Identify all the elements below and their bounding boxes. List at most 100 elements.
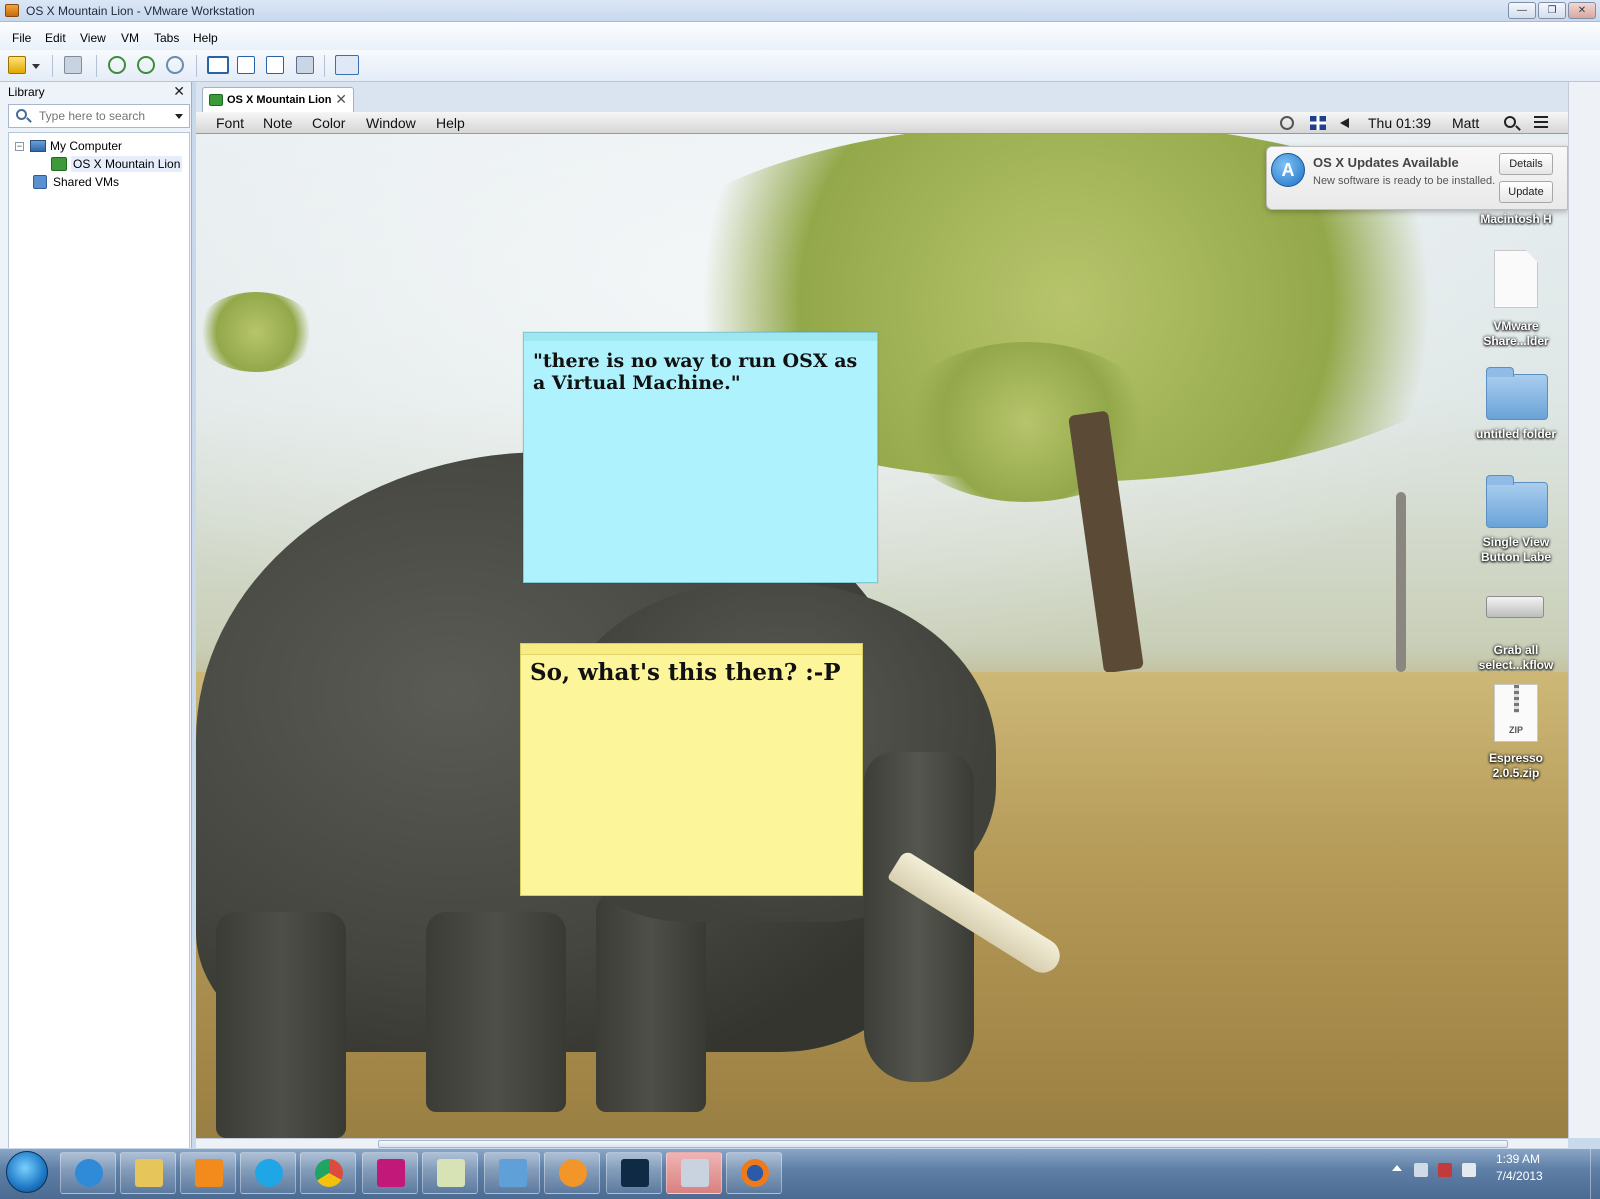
tree-item-os-x-mountain-lion[interactable]: OS X Mountain Lion — [51, 155, 183, 173]
osx-clock[interactable]: Thu 01:39 — [1368, 115, 1431, 131]
taskbar-explorer[interactable] — [120, 1152, 176, 1194]
menu-file[interactable]: File — [12, 31, 31, 45]
tree-item-shared-vms[interactable]: Shared VMs — [33, 173, 119, 191]
history-icon[interactable] — [1280, 116, 1294, 130]
computer-icon — [30, 140, 46, 152]
taskbar-vlc[interactable] — [180, 1152, 236, 1194]
tab-os-x-mountain-lion[interactable]: OS X Mountain Lion ✕ — [202, 87, 354, 112]
osx-menu-help[interactable]: Help — [436, 115, 465, 131]
network-icon[interactable] — [1438, 1163, 1452, 1177]
shared-folder-icon[interactable] — [1494, 250, 1538, 308]
window-title: OS X Mountain Lion - VMware Workstation — [26, 4, 255, 18]
osx-menu-font[interactable]: Font — [216, 115, 244, 131]
menu-view[interactable]: View — [80, 31, 106, 45]
desktop-icon-label[interactable]: Macintosh H — [1468, 212, 1564, 227]
spotlight-icon[interactable] — [1504, 116, 1516, 128]
desktop-icon-label[interactable]: Single View Button Labe — [1468, 535, 1564, 565]
taskbar-app[interactable] — [362, 1152, 418, 1194]
sticky-note-blue[interactable]: "there is no way to run OSX as a Virtual… — [523, 332, 878, 583]
sticky-note-text[interactable]: "there is no way to run OSX as a Virtual… — [533, 350, 868, 394]
window-titlebar: OS X Mountain Lion - VMware Workstation … — [0, 0, 1600, 22]
toolbar-divider — [324, 55, 325, 77]
show-desktop-button[interactable] — [1590, 1149, 1600, 1199]
vmware-icon — [681, 1159, 709, 1187]
wallpaper-tree-canopy — [196, 292, 316, 372]
tree-item-label: My Computer — [50, 139, 123, 153]
taskbar-chrome[interactable] — [300, 1152, 356, 1194]
tray-expand-icon[interactable] — [1392, 1165, 1402, 1171]
power-dropdown-icon[interactable] — [30, 56, 40, 74]
notification-center-icon[interactable] — [1534, 116, 1548, 129]
tray-date[interactable]: 7/4/2013 — [1496, 1169, 1543, 1183]
maximize-button[interactable]: ❐ — [1538, 2, 1566, 19]
tab-close-button[interactable]: ✕ — [335, 91, 347, 108]
menu-tabs[interactable]: Tabs — [154, 31, 179, 45]
speaker-icon[interactable] — [1340, 118, 1349, 128]
vmware-icon — [5, 4, 19, 17]
library-close-button[interactable]: ✕ — [173, 83, 185, 100]
show-library-icon[interactable] — [207, 56, 229, 74]
sticky-note-titlebar[interactable] — [521, 644, 862, 655]
volume-icon[interactable] — [1414, 1163, 1428, 1177]
osx-menu-note[interactable]: Note — [263, 115, 293, 131]
taskbar-firefox[interactable] — [726, 1152, 782, 1194]
sticky-note-titlebar[interactable] — [524, 333, 877, 341]
desktop-icon-label[interactable]: Grab all select...kflow — [1468, 643, 1564, 673]
menu-vm[interactable]: VM — [121, 31, 139, 45]
send-keys-icon[interactable] — [64, 56, 82, 74]
wallpaper-elephant-leg — [596, 892, 706, 1112]
taskbar-vmware[interactable] — [666, 1152, 722, 1194]
folder-icon[interactable] — [1486, 367, 1548, 420]
wallpaper-elephant-leg — [426, 912, 566, 1112]
flag-icon[interactable] — [1462, 1163, 1476, 1177]
taskbar-window[interactable] — [484, 1152, 540, 1194]
osx-menu-window[interactable]: Window — [366, 115, 416, 131]
scrollbar-thumb[interactable] — [378, 1140, 1508, 1148]
sticky-note-yellow[interactable]: So, what's this then? :-P — [520, 643, 863, 896]
library-search-input[interactable] — [39, 108, 169, 124]
search-dropdown-icon[interactable] — [175, 114, 183, 119]
taskbar-photoshop[interactable] — [606, 1152, 662, 1194]
osx-menu-color[interactable]: Color — [312, 115, 345, 131]
take-snapshot-icon[interactable] — [108, 56, 126, 74]
thumbnail-bar-icon[interactable] — [237, 56, 255, 74]
update-button[interactable]: Update — [1499, 181, 1553, 203]
flag-icon[interactable] — [1310, 116, 1326, 130]
unity-icon[interactable] — [296, 56, 314, 74]
taskbar-skype[interactable] — [240, 1152, 296, 1194]
library-search[interactable] — [8, 104, 190, 128]
firefox-icon — [741, 1159, 769, 1187]
full-screen-icon[interactable] — [266, 56, 284, 74]
tree-item-my-computer[interactable]: − My Computer — [15, 137, 122, 155]
toolbar-divider — [96, 55, 97, 77]
menu-edit[interactable]: Edit — [45, 31, 66, 45]
taskbar-ie[interactable] — [60, 1152, 116, 1194]
details-button[interactable]: Details — [1499, 153, 1553, 175]
menu-help[interactable]: Help — [193, 31, 218, 45]
desktop-icon-label[interactable]: Espresso 2.0.5.zip — [1468, 751, 1564, 781]
folder-icon — [135, 1159, 163, 1187]
sticky-note-text[interactable]: So, what's this then? :-P — [530, 660, 855, 686]
vertical-scrollbar[interactable] — [1568, 82, 1600, 1138]
desktop-icon-label[interactable]: untitled folder — [1468, 427, 1564, 442]
minimize-button[interactable]: — — [1508, 2, 1536, 19]
vm-console[interactable]: Font Note Color Window Help Thu 01:39 Ma… — [196, 112, 1568, 1138]
suspend-icon[interactable] — [8, 56, 26, 74]
snapshot-manager-icon[interactable] — [166, 56, 184, 74]
taskbar-notepad[interactable] — [422, 1152, 478, 1194]
desktop-icon-label[interactable]: VMware Share...lder — [1468, 319, 1564, 349]
osx-user[interactable]: Matt — [1452, 115, 1479, 131]
close-button[interactable]: ✕ — [1568, 2, 1596, 19]
revert-snapshot-icon[interactable] — [137, 56, 155, 74]
console-view-icon[interactable] — [335, 55, 359, 75]
collapse-icon[interactable]: − — [15, 141, 24, 151]
photoshop-icon — [621, 1159, 649, 1187]
horizontal-scrollbar[interactable] — [196, 1138, 1568, 1148]
zip-file-icon[interactable]: ZIP — [1494, 684, 1538, 742]
notepad-icon — [437, 1159, 465, 1187]
taskbar-settings[interactable] — [544, 1152, 600, 1194]
workflow-icon[interactable] — [1486, 596, 1544, 618]
start-orb-icon[interactable] — [6, 1151, 48, 1193]
tray-time[interactable]: 1:39 AM — [1496, 1152, 1540, 1166]
folder-icon[interactable] — [1486, 475, 1548, 528]
